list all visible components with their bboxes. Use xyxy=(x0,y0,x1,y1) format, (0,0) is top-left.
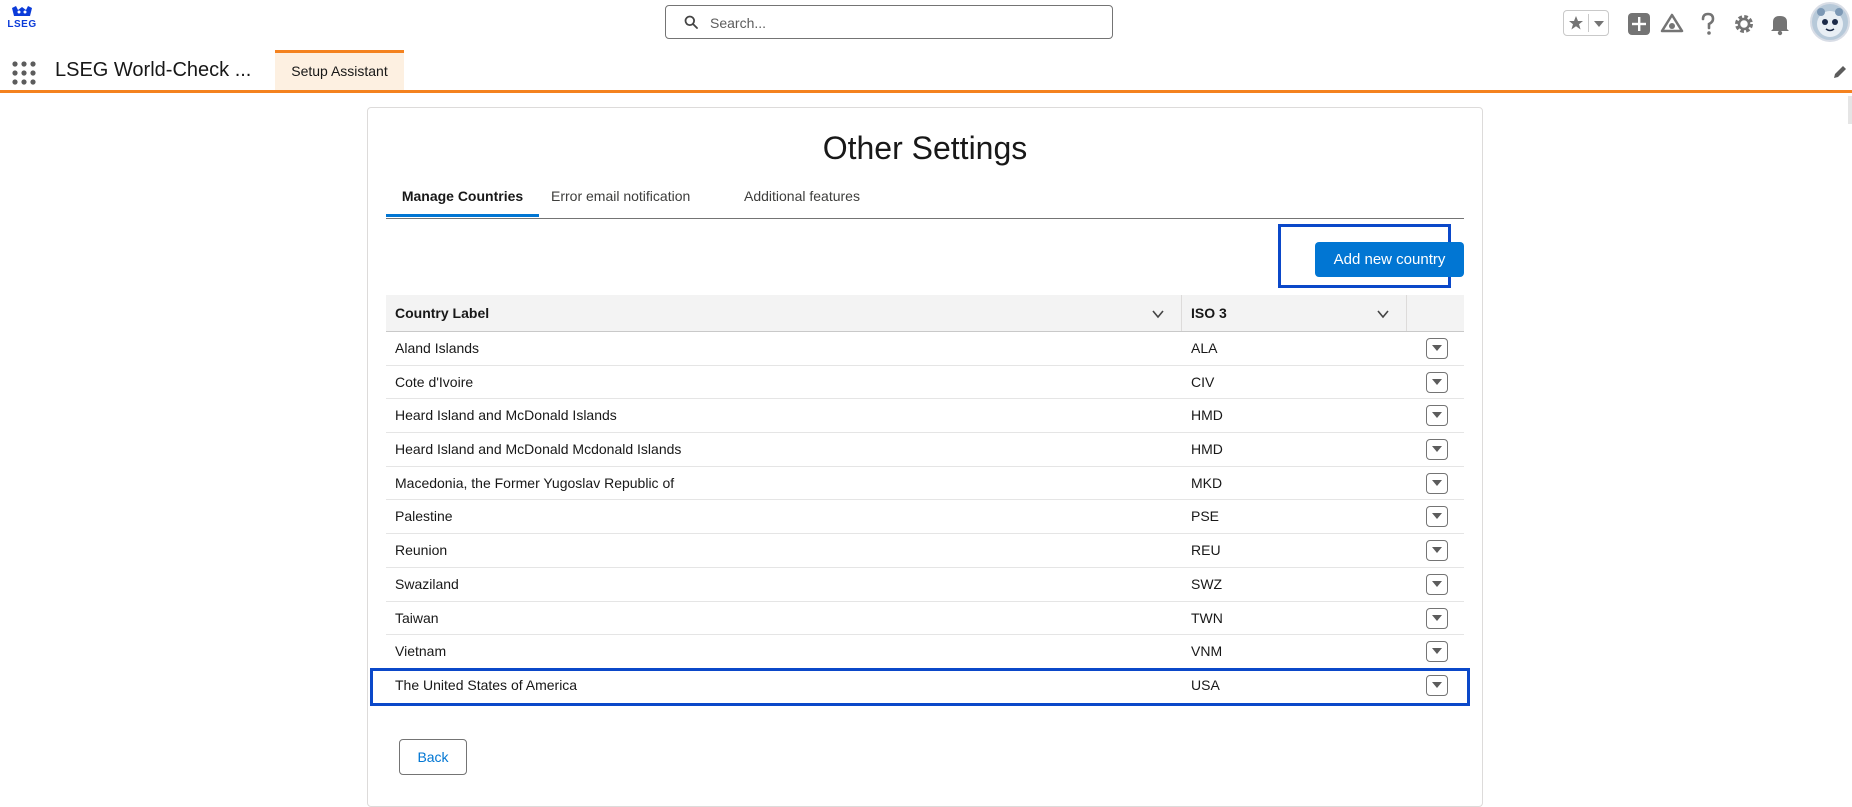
column-header-country-label[interactable]: Country Label xyxy=(395,295,489,331)
add-new-country-button[interactable]: Add new country xyxy=(1315,242,1464,277)
table-row: Cote d'Ivoire CIV xyxy=(386,366,1464,400)
tab-additional-features[interactable]: Additional features xyxy=(744,178,860,217)
table-body: Aland Islands ALA Cote d'Ivoire CIV Heard … xyxy=(386,332,1464,703)
row-actions-button[interactable] xyxy=(1426,607,1448,629)
global-search[interactable] xyxy=(665,5,1113,39)
iso3-cell: VNM xyxy=(1191,643,1223,660)
favorites-button[interactable] xyxy=(1563,10,1609,36)
chevron-down-icon[interactable] xyxy=(1593,20,1605,28)
row-actions-button[interactable] xyxy=(1426,506,1448,528)
settings-tabs: Manage Countries Error email notificatio… xyxy=(386,178,1464,219)
astro-avatar-icon xyxy=(1817,8,1843,37)
column-divider[interactable] xyxy=(1406,295,1407,331)
search-input[interactable] xyxy=(708,10,1102,36)
column-divider[interactable] xyxy=(1181,295,1182,331)
row-actions-button[interactable] xyxy=(1426,371,1448,393)
row-actions-button[interactable] xyxy=(1426,472,1448,494)
lseg-logo[interactable]: LSEG xyxy=(5,6,39,42)
chevron-down-icon[interactable] xyxy=(1376,307,1390,321)
app-name: LSEG World-Check ... xyxy=(55,59,252,81)
chevron-down-icon xyxy=(1432,648,1442,655)
chevron-down-icon xyxy=(1432,681,1442,688)
iso3-cell: HMD xyxy=(1191,407,1223,424)
iso3-cell: MKD xyxy=(1191,474,1223,491)
table-row: Taiwan TWN xyxy=(386,602,1464,636)
iso3-cell: HMD xyxy=(1191,441,1223,458)
avatar[interactable] xyxy=(1810,2,1850,42)
add-icon[interactable] xyxy=(1626,11,1652,37)
settings-card: Other Settings Manage Countries Error em… xyxy=(367,107,1483,807)
country-label-cell: Cote d'Ivoire xyxy=(395,373,474,390)
app-launcher-icon[interactable] xyxy=(12,61,36,85)
row-actions-button[interactable] xyxy=(1426,338,1448,359)
table-row: Aland Islands ALA xyxy=(386,332,1464,366)
row-actions-button[interactable] xyxy=(1426,439,1448,461)
chevron-down-icon xyxy=(1432,513,1442,520)
nav-tab-setup-assistant[interactable]: Setup Assistant xyxy=(275,50,404,90)
table-row: Palestine PSE xyxy=(386,500,1464,535)
edit-nav-icon[interactable] xyxy=(1832,64,1848,80)
country-label-cell: Aland Islands xyxy=(395,340,480,356)
search-icon xyxy=(684,15,698,29)
table-row: Heard Island and McDonald Mcdonald Islan… xyxy=(386,433,1464,467)
row-actions-button[interactable] xyxy=(1426,573,1448,595)
iso3-cell: CIV xyxy=(1191,373,1215,390)
iso3-cell: USA xyxy=(1191,676,1220,693)
country-label-cell: Heard Island and McDonald Islands xyxy=(395,407,617,424)
iso3-cell: PSE xyxy=(1191,508,1220,525)
trailhead-icon[interactable] xyxy=(1659,11,1685,37)
logo-text: LSEG xyxy=(7,19,37,30)
iso3-cell: REU xyxy=(1191,542,1221,559)
chevron-down-icon xyxy=(1432,345,1442,351)
chevron-down-icon[interactable] xyxy=(1151,307,1165,321)
lseg-logo-icon xyxy=(12,6,32,16)
star-icon xyxy=(1569,16,1583,30)
row-actions-button[interactable] xyxy=(1426,540,1448,562)
tab-manage-countries[interactable]: Manage Countries xyxy=(386,178,539,217)
country-label-cell: Heard Island and McDonald Mcdonald Islan… xyxy=(395,441,682,458)
table-header: Country Label ISO 3 xyxy=(386,295,1464,332)
country-label-cell: Taiwan xyxy=(395,609,439,626)
iso3-cell: SWZ xyxy=(1191,575,1223,592)
country-label-cell: Palestine xyxy=(395,508,453,525)
gear-icon[interactable] xyxy=(1731,11,1757,37)
chevron-down-icon xyxy=(1432,580,1442,587)
country-label-cell: The United States of America xyxy=(395,676,578,693)
table-row: The United States of America USA xyxy=(386,669,1464,703)
back-button[interactable]: Back xyxy=(399,739,467,775)
chevron-down-icon xyxy=(1432,378,1442,385)
table-row: Macedonia, the Former Yugoslav Republic … xyxy=(386,467,1464,501)
global-header: LSEG xyxy=(0,0,1852,48)
bell-icon[interactable] xyxy=(1767,11,1793,37)
row-actions-button[interactable] xyxy=(1426,405,1448,427)
table-row: Swaziland SWZ xyxy=(386,568,1464,602)
iso3-cell: ALA xyxy=(1191,340,1218,356)
chevron-down-icon xyxy=(1432,479,1442,486)
row-actions-button[interactable] xyxy=(1426,674,1448,696)
row-actions-button[interactable] xyxy=(1426,641,1448,663)
chevron-down-icon xyxy=(1432,446,1442,453)
countries-table: Country Label ISO 3 Aland Islands ALA Cot… xyxy=(386,295,1464,703)
country-label-cell: Vietnam xyxy=(395,643,447,660)
country-label-cell: Reunion xyxy=(395,542,448,559)
chevron-down-icon xyxy=(1432,547,1442,554)
table-row: Heard Island and McDonald Islands HMD xyxy=(386,399,1464,434)
help-icon[interactable] xyxy=(1695,11,1721,37)
table-row: Reunion REU xyxy=(386,534,1464,568)
country-label-cell: Macedonia, the Former Yugoslav Republic … xyxy=(395,474,675,491)
favorites-divider xyxy=(1588,14,1589,32)
page-title: Other Settings xyxy=(822,130,1028,166)
country-label-cell: Swaziland xyxy=(395,575,459,592)
app-navigation-bar: LSEG World-Check ... Setup Assistant xyxy=(0,48,1852,93)
column-header-iso3[interactable]: ISO 3 xyxy=(1191,295,1227,331)
scrollbar-thumb[interactable] xyxy=(1848,96,1852,124)
table-row: Vietnam VNM xyxy=(386,635,1464,669)
iso3-cell: TWN xyxy=(1191,609,1223,626)
chevron-down-icon xyxy=(1432,614,1442,621)
chevron-down-icon xyxy=(1432,412,1442,419)
tab-error-email-notification[interactable]: Error email notification xyxy=(551,178,690,217)
